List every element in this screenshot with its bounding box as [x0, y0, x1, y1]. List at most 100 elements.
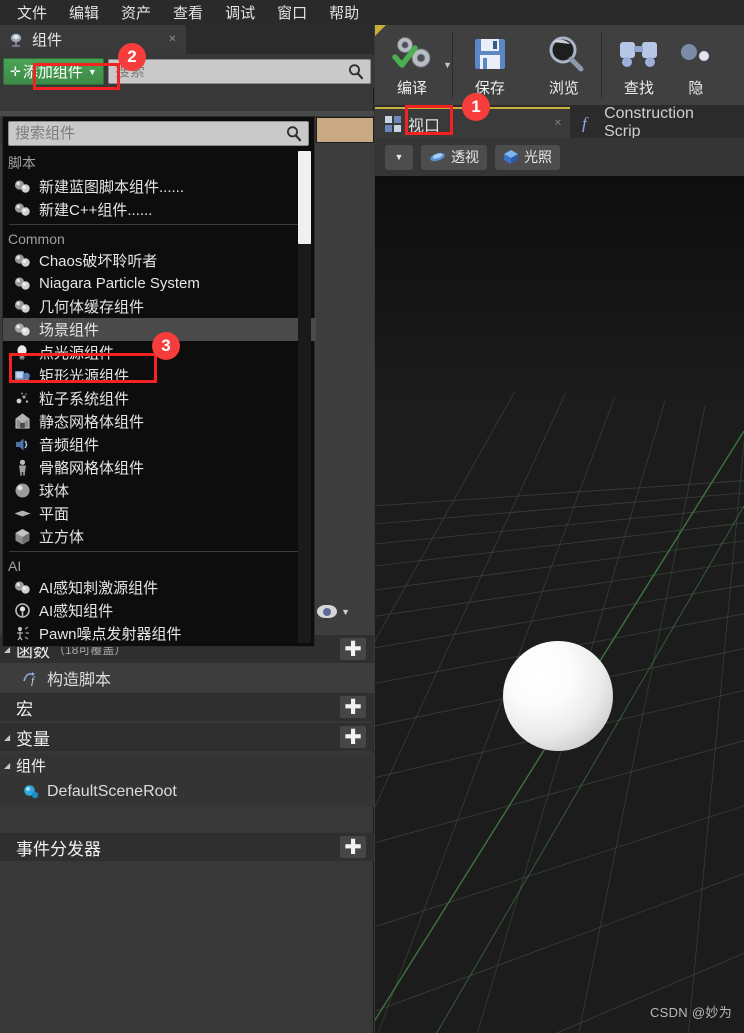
- perspective-icon: [429, 150, 446, 164]
- find-button[interactable]: 查找: [602, 25, 676, 105]
- list-item[interactable]: 立方体: [3, 525, 316, 548]
- viewport-3d[interactable]: CSDN @妙为: [375, 176, 744, 1033]
- add-component-button[interactable]: ✛ 添加组件 ▼: [3, 58, 104, 85]
- close-icon[interactable]: ✕: [554, 118, 562, 129]
- list-item-label: 新建蓝图脚本组件......: [39, 179, 185, 196]
- compile-button[interactable]: 编译: [375, 25, 449, 105]
- list-item[interactable]: Pawn感应组件: [3, 645, 316, 646]
- list-item-label: AI感知刺激源组件: [39, 580, 159, 597]
- add-function-button[interactable]: ✚: [340, 638, 366, 660]
- list-item-label: Niagara Particle System: [39, 275, 200, 292]
- add-variable-button[interactable]: ✚: [340, 726, 366, 748]
- list-item[interactable]: Pawn噪点发射器组件: [3, 622, 316, 645]
- watermark: CSDN @妙为: [649, 1005, 732, 1020]
- left-tab-strip: 组件 ✕: [0, 25, 374, 54]
- compile-label: 编译: [396, 80, 427, 97]
- sphere-mesh[interactable]: [503, 641, 613, 751]
- popup-search-box[interactable]: [8, 121, 309, 146]
- list-item[interactable]: 矩形光源组件: [3, 364, 316, 387]
- add-macro-button[interactable]: ✚: [340, 696, 366, 718]
- list-category: 脚本: [8, 155, 36, 171]
- add-component-label: 添加组件: [22, 64, 83, 81]
- list-item[interactable]: Chaos破坏聆听者: [3, 249, 316, 272]
- component-list[interactable]: 脚本 新建蓝图脚本组件...... 新建C++组件...... Common C…: [3, 150, 316, 646]
- cpp-component-icon: [13, 200, 32, 219]
- add-component-dropdown: 脚本 新建蓝图脚本组件...... 新建C++组件...... Common: [2, 116, 316, 647]
- construction-script-row[interactable]: f 构造脚本: [0, 663, 374, 693]
- list-item[interactable]: Niagara Particle System: [3, 272, 316, 295]
- lit-icon: [503, 149, 519, 165]
- blueprint-toolbar: 编译 ▼ 保存 浏览 查找 隐: [375, 25, 744, 105]
- list-item[interactable]: AI感知刺激源组件: [3, 576, 316, 599]
- save-button[interactable]: 保存: [453, 25, 527, 105]
- list-item[interactable]: 新建蓝图脚本组件......: [3, 175, 316, 198]
- list-item-label: 球体: [39, 483, 70, 500]
- popup-scrollbar-thumb[interactable]: [298, 151, 311, 244]
- menu-debug[interactable]: 调试: [214, 0, 266, 25]
- list-item-label: 立方体: [39, 529, 85, 546]
- list-item[interactable]: 粒子系统组件: [3, 387, 316, 410]
- menu-view[interactable]: 查看: [162, 0, 214, 25]
- find-icon: [615, 32, 663, 76]
- list-item-label: 场景组件: [39, 322, 100, 339]
- menu-file[interactable]: 文件: [6, 0, 58, 25]
- find-label: 查找: [623, 80, 654, 97]
- section-components-title: 组件: [16, 757, 47, 775]
- list-item[interactable]: 平面: [3, 502, 316, 525]
- list-item[interactable]: AI感知组件: [3, 599, 316, 622]
- eye-icon[interactable]: ▼: [317, 605, 350, 618]
- section-components[interactable]: ◢ 组件: [0, 753, 374, 777]
- section-macros[interactable]: 宏 ✚: [0, 693, 374, 721]
- add-event-dispatcher-button[interactable]: ✚: [340, 836, 366, 858]
- cube-icon: [13, 527, 32, 546]
- annotation-marker-3: 3: [152, 332, 180, 360]
- browse-button[interactable]: 浏览: [527, 25, 601, 105]
- static-mesh-component-item[interactable]: 静态网格体组件: [3, 410, 316, 433]
- component-search-input[interactable]: [114, 63, 347, 80]
- pawn-noise-icon: [13, 624, 32, 643]
- function-icon: f: [580, 114, 596, 132]
- annotation-marker-1: 1: [462, 93, 490, 121]
- menu-edit[interactable]: 编辑: [58, 0, 110, 25]
- function-icon: f: [22, 670, 40, 686]
- right-panel: 编译 ▼ 保存 浏览 查找 隐 视口 ✕ f Construction Scri…: [375, 25, 744, 1033]
- component-search-box[interactable]: [107, 59, 371, 84]
- list-item[interactable]: 新建C++组件......: [3, 198, 316, 221]
- list-item[interactable]: 音频组件: [3, 433, 316, 456]
- search-icon: [347, 63, 364, 80]
- eye-shape: [317, 605, 338, 618]
- tab-components[interactable]: 组件 ✕: [0, 25, 186, 54]
- tab-construction-script[interactable]: f Construction Scrip: [570, 105, 744, 140]
- toolbar-corner-accent: [375, 25, 386, 36]
- app-window: 文件 编辑 资产 查看 调试 窗口 帮助 组件 ✕ ✛ 添加组件 ▼ 搜索 ▼ …: [0, 0, 744, 1033]
- hide-unrelated-button[interactable]: 隐: [676, 25, 716, 105]
- viewport-grid: [375, 176, 744, 1033]
- chevron-down-icon[interactable]: ▼: [443, 60, 452, 70]
- viewport-options-button[interactable]: ▼: [385, 144, 413, 170]
- chevron-down-icon: ▼: [87, 66, 97, 77]
- hide-icon: [679, 32, 713, 76]
- list-item-label: 矩形光源组件: [39, 368, 130, 385]
- viewport-icon: [385, 115, 401, 132]
- popup-search-input[interactable]: [15, 125, 285, 142]
- menu-asset[interactable]: 资产: [110, 0, 162, 25]
- menu-help[interactable]: 帮助: [318, 0, 370, 25]
- view-mode-perspective[interactable]: 透视: [421, 144, 487, 170]
- construction-script-label: 构造脚本: [47, 672, 112, 689]
- tab-components-label: 组件: [32, 32, 63, 49]
- menu-window[interactable]: 窗口: [266, 0, 318, 25]
- particle-system-icon: [13, 389, 32, 408]
- section-event-dispatchers[interactable]: 事件分发器 ✚: [0, 833, 374, 861]
- close-icon[interactable]: ✕: [167, 34, 178, 45]
- popup-scrollbar[interactable]: [298, 151, 311, 643]
- plane-icon: [13, 504, 32, 523]
- list-item[interactable]: 球体: [3, 479, 316, 502]
- section-variables[interactable]: ◢ 变量 ✚: [0, 723, 374, 751]
- default-scene-root-row[interactable]: DefaultSceneRoot: [0, 777, 374, 807]
- sphere-icon: [13, 481, 32, 500]
- list-item[interactable]: 几何体缓存组件: [3, 295, 316, 318]
- list-item[interactable]: 骨骼网格体组件: [3, 456, 316, 479]
- list-item-label: 平面: [39, 506, 70, 523]
- view-mode-lit[interactable]: 光照: [495, 144, 560, 170]
- sphere-component-icon: [13, 251, 32, 270]
